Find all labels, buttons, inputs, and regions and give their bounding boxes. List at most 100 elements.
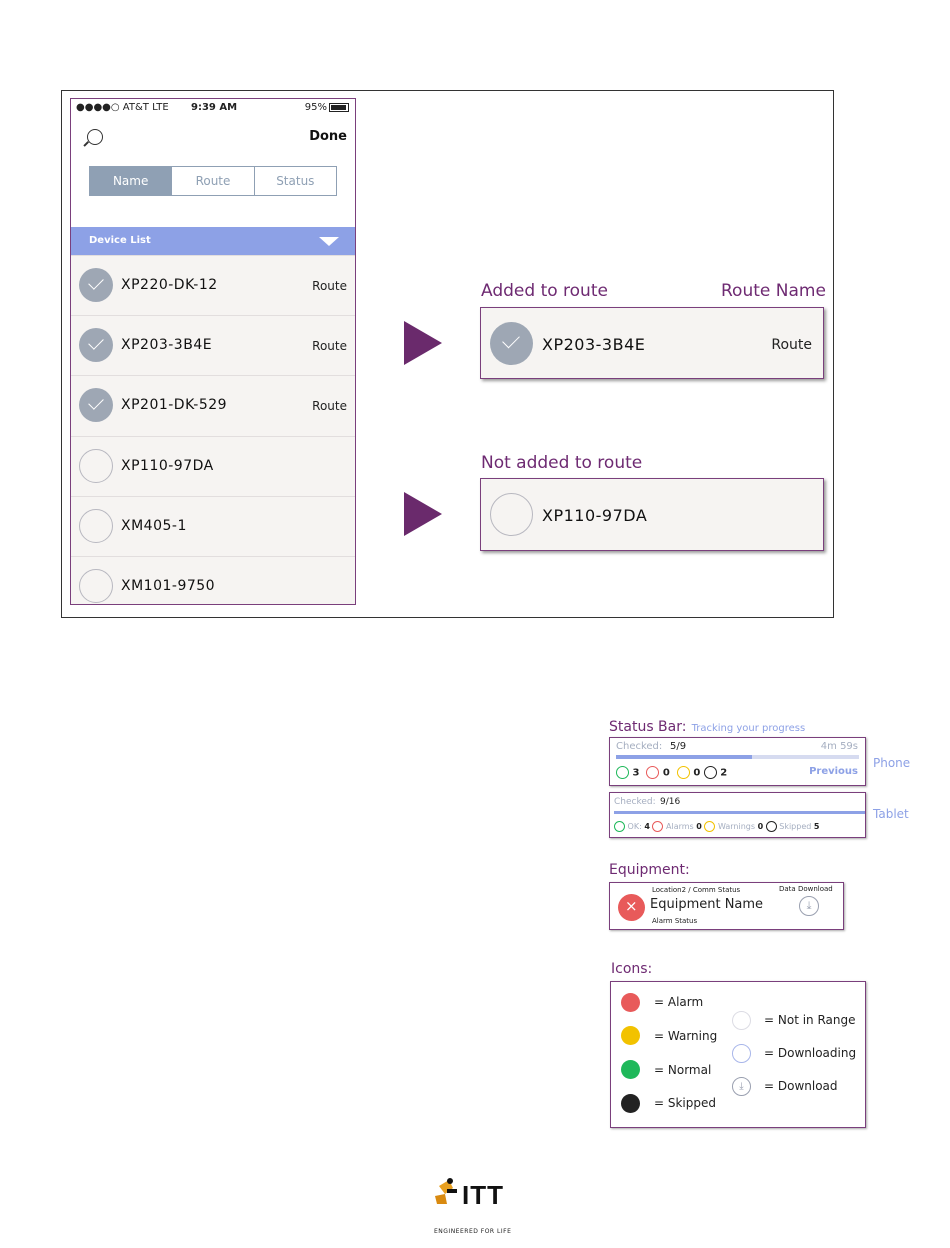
location-status: Location2 / Comm Status — [652, 886, 741, 894]
legend-alarm: = Alarm — [654, 995, 704, 1009]
route-label: Route — [312, 279, 347, 293]
device-row[interactable]: XP220-DK-12 Route — [71, 255, 355, 316]
legend-skipped: = Skipped — [654, 1096, 717, 1110]
tab-name[interactable]: Name — [90, 167, 172, 195]
not-in-range-icon — [732, 1011, 751, 1030]
skipped-label: Skipped — [779, 822, 812, 831]
progress-bar — [616, 755, 859, 759]
alarm-status: Alarm Status — [652, 917, 698, 925]
legend-warning: = Warning — [654, 1029, 718, 1043]
battery-icon — [329, 102, 349, 112]
device-name: XP110-97DA — [121, 458, 214, 474]
itt-logo-text: ITT — [462, 1180, 504, 1210]
device-name: XP201-DK-529 — [121, 397, 228, 413]
device-list-title: Device List — [89, 235, 151, 246]
legend-not-in-range: = Not in Range — [764, 1013, 856, 1027]
warning-icon — [704, 821, 716, 832]
phone-label: Phone — [873, 756, 911, 770]
checked-circle-icon[interactable] — [79, 268, 113, 302]
skipped-icon — [703, 766, 717, 779]
device-name: XP110-97DA — [542, 506, 648, 525]
alarms-label: Alarms — [666, 822, 694, 831]
equipment-card[interactable]: × Location2 / Comm Status Equipment Name… — [609, 882, 844, 930]
play-arrow-icon — [404, 492, 442, 536]
warning-icon — [621, 1026, 640, 1045]
status-bar-title: Status Bar: — [609, 719, 687, 735]
icons-title: Icons: — [611, 961, 653, 977]
warnings-label: Warnings — [717, 822, 756, 831]
downloading-icon — [732, 1044, 751, 1063]
done-button[interactable]: Done — [309, 129, 347, 144]
alarm-count: 0 — [696, 822, 702, 831]
ok-count: 3 — [632, 767, 640, 779]
skipped-count: 2 — [720, 767, 728, 779]
alarm-icon — [652, 821, 664, 832]
elapsed-time: 4m 59s — [820, 741, 858, 752]
not-added-caption: Not added to route — [481, 453, 643, 473]
status-bar-heading: Status Bar: Tracking your progress — [609, 716, 805, 735]
download-icon[interactable]: ⤓ — [799, 896, 819, 916]
checked-label: Checked: — [616, 741, 663, 752]
empty-circle-icon[interactable] — [490, 493, 533, 536]
clock: 9:39 AM — [191, 102, 238, 113]
warning-icon — [676, 766, 690, 779]
device-row[interactable]: XM101-9750 — [71, 556, 355, 604]
added-device-card[interactable]: XP203-3B4E Route — [480, 307, 824, 379]
battery-indicator: 95% — [305, 102, 349, 113]
alarm-icon — [646, 766, 660, 779]
normal-icon — [614, 821, 625, 832]
tablet-label: Tablet — [873, 807, 909, 821]
chevron-down-icon[interactable] — [319, 237, 339, 246]
status-bar-subtitle: Tracking your progress — [691, 723, 806, 734]
icons-legend: = Alarm = Warning = Normal = Skipped = N… — [610, 981, 866, 1128]
search-icon[interactable] — [87, 129, 103, 145]
device-list-header[interactable]: Device List — [71, 227, 355, 255]
route-label: Route — [771, 337, 812, 353]
route-label: Route — [312, 399, 347, 413]
skipped-count: 5 — [813, 822, 820, 831]
empty-circle-icon[interactable] — [79, 569, 113, 603]
skipped-icon — [765, 821, 777, 832]
battery-percent: 95% — [304, 102, 327, 113]
route-label: Route — [312, 339, 347, 353]
tab-route[interactable]: Route — [171, 167, 253, 195]
device-row[interactable]: XP203-3B4E Route — [71, 315, 355, 376]
checked-label: Checked: — [614, 797, 656, 807]
device-row[interactable]: XP201-DK-529 Route — [71, 375, 355, 436]
checked-circle-icon[interactable] — [79, 388, 113, 422]
warning-count: 0 — [757, 822, 764, 831]
itt-logo-mark-icon — [433, 1176, 459, 1206]
legend-normal: = Normal — [654, 1063, 712, 1077]
device-name: XM405-1 — [121, 518, 187, 534]
tablet-status-bar: Checked: 9/16 OK: 4 Alarms 0 Warnings 0 … — [609, 792, 866, 838]
checked-circle-icon[interactable] — [490, 322, 533, 365]
phone-status-bar: Checked: 5/9 4m 59s 3 0 0 2 Previous — [609, 737, 866, 786]
normal-icon — [616, 766, 629, 779]
ok-count: 4 — [644, 822, 650, 831]
checked-value: 5/9 — [670, 741, 687, 752]
device-name: XM101-9750 — [121, 578, 216, 594]
ios-status-bar: ●●●●○ AT&T LTE 9:39 AM 95% — [71, 99, 355, 119]
alarm-icon: × — [618, 894, 645, 921]
download-icon: ⤓ — [732, 1077, 751, 1096]
alarm-icon — [621, 993, 640, 1012]
not-added-device-card[interactable]: XP110-97DA — [480, 478, 824, 551]
alarm-count: 0 — [662, 767, 670, 779]
phone-screen: ●●●●○ AT&T LTE 9:39 AM 95% Done Name Rou… — [70, 98, 356, 605]
device-row[interactable]: XM405-1 — [71, 496, 355, 557]
device-row[interactable]: XP110-97DA — [71, 436, 355, 497]
legend-downloading: = Downloading — [764, 1046, 857, 1060]
tab-status[interactable]: Status — [253, 167, 336, 195]
device-name: XP203-3B4E — [121, 337, 213, 353]
previous-link[interactable]: Previous — [809, 766, 858, 777]
data-download-label: Data Download — [779, 885, 833, 893]
empty-circle-icon[interactable] — [79, 449, 113, 483]
route-name-caption: Route Name — [721, 281, 826, 301]
status-counts: 3 0 0 2 — [616, 766, 727, 779]
ok-label: OK: — [627, 822, 642, 831]
warning-count: 0 — [693, 767, 701, 779]
empty-circle-icon[interactable] — [79, 509, 113, 543]
normal-icon — [621, 1060, 640, 1079]
checked-circle-icon[interactable] — [79, 328, 113, 362]
sort-segmented-control: Name Route Status — [89, 166, 337, 196]
